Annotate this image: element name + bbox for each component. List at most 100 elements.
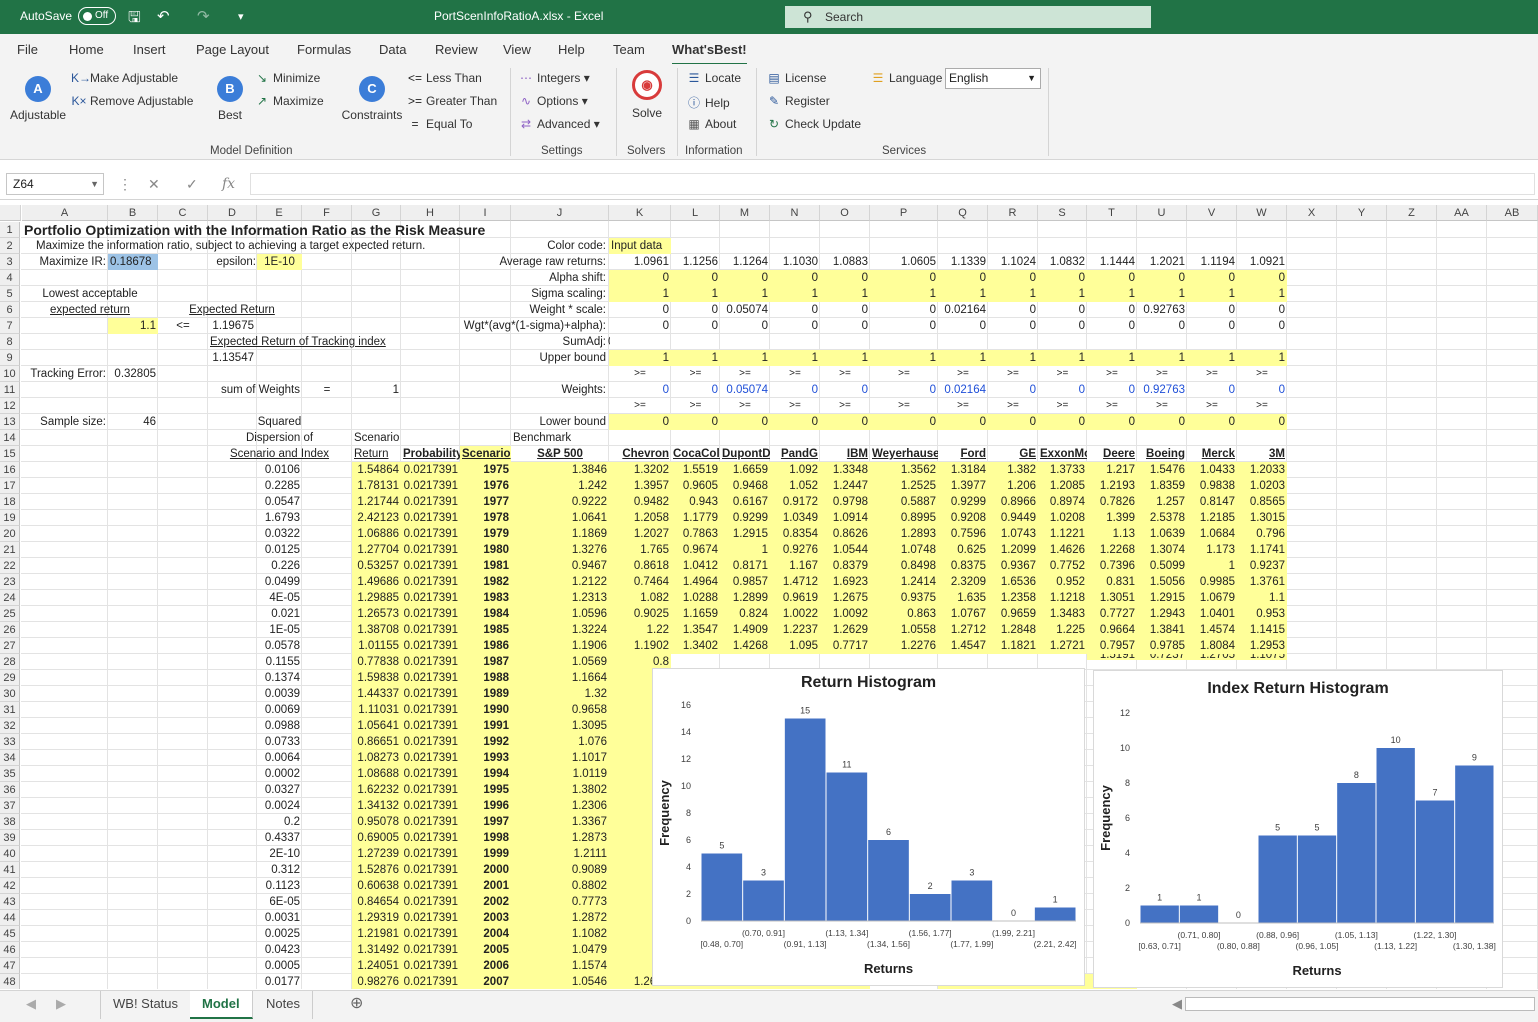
column-header-h[interactable]: H (401, 205, 460, 221)
probability-value[interactable]: 0.0217391 (401, 670, 460, 686)
ge-symbol[interactable]: >= (1038, 366, 1087, 382)
adjusted-weight[interactable]: 0 (720, 318, 770, 334)
constraints-button[interactable]: C Constraints (340, 76, 404, 122)
row-header[interactable]: 37 (0, 798, 20, 814)
stock-return[interactable]: 1.2721 (1038, 638, 1087, 654)
weight-scale[interactable]: 0.02164 (938, 302, 988, 318)
ge-symbol[interactable]: >= (820, 398, 870, 414)
scenario-year[interactable]: 2006 (460, 958, 511, 974)
scenario-year[interactable]: 1999 (460, 846, 511, 862)
adjusted-weight[interactable]: 0 (820, 318, 870, 334)
stock-return[interactable]: 0.7396 (1087, 558, 1137, 574)
scenario-year[interactable]: 1992 (460, 734, 511, 750)
alpha-shift[interactable]: 0 (938, 270, 988, 286)
probability-value[interactable]: 0.0217391 (401, 798, 460, 814)
stock-return[interactable]: 0.9664 (1087, 622, 1137, 638)
stock-return[interactable]: 0.7237 (1137, 654, 1187, 660)
stock-header[interactable]: Boeing (1137, 446, 1187, 462)
stock-return[interactable]: 1.0203 (1237, 478, 1287, 494)
histogram-bar[interactable] (1415, 800, 1455, 924)
stock-return[interactable]: 0.9857 (720, 574, 770, 590)
avg-return[interactable]: 1.0961 (609, 254, 671, 270)
sp500-value[interactable]: 1.2306 (511, 798, 609, 814)
sp500-value[interactable]: 1.0569 (511, 654, 609, 670)
dispersion-value[interactable]: 0.0499 (208, 574, 302, 590)
stock-return[interactable]: 0.9208 (938, 510, 988, 526)
stock-return[interactable]: 0.7596 (938, 526, 988, 542)
dispersion-value[interactable]: 0.0024 (208, 798, 302, 814)
row-header[interactable]: 42 (0, 878, 20, 894)
avg-return[interactable]: 1.1194 (1187, 254, 1237, 270)
sheet-tab-wb-status[interactable]: WB! Status (100, 991, 192, 1019)
sigma-scaling[interactable]: 1 (1087, 286, 1137, 302)
lower-label[interactable]: Lower bound (448, 414, 608, 430)
ge-symbol[interactable]: >= (1087, 366, 1137, 382)
scenario-year[interactable]: 1980 (460, 542, 511, 558)
name-box[interactable]: Z64 ▼ (6, 173, 104, 195)
dispersion-value[interactable]: 6E-05 (208, 894, 302, 910)
column-header-b[interactable]: B (108, 205, 158, 221)
weight-scale[interactable]: 0 (1187, 302, 1237, 318)
weight-value[interactable]: 0.92763 (1137, 382, 1187, 398)
row-header[interactable]: 30 (0, 686, 20, 702)
sp500-value[interactable]: 1.2872 (511, 910, 609, 926)
stock-return[interactable]: 0.5887 (870, 494, 938, 510)
sp500-value[interactable]: 1.2313 (511, 590, 609, 606)
scenario-year[interactable]: 1986 (460, 638, 511, 654)
horizontal-scrollbar[interactable] (1185, 997, 1535, 1011)
options-dropdown[interactable]: ∿ Options ▾ (518, 94, 588, 108)
stock-return[interactable]: 0.8974 (1038, 494, 1087, 510)
less-than-button[interactable]: <= Less Than (407, 71, 482, 85)
stock-return[interactable]: 1.095 (770, 638, 820, 654)
sp500-value[interactable]: 1.2873 (511, 830, 609, 846)
stock-return[interactable]: 1 (720, 542, 770, 558)
wgt-label[interactable]: Wgt*(avg*(1-sigma)+alpha): (448, 318, 608, 334)
upper-bound[interactable]: 1 (720, 350, 770, 366)
dispersion-value[interactable]: 0.0031 (208, 910, 302, 926)
alpha-shift[interactable]: 0 (820, 270, 870, 286)
sp500-value[interactable]: 1.3846 (511, 462, 609, 478)
stock-return[interactable]: 1.2099 (988, 542, 1038, 558)
row-header[interactable]: 31 (0, 702, 20, 718)
tab-insert[interactable]: Insert (133, 42, 166, 57)
sp500-value[interactable]: 1.3095 (511, 718, 609, 734)
scenario-year[interactable]: 1976 (460, 478, 511, 494)
autosave-toggle[interactable]: Off (78, 7, 116, 25)
probability-value[interactable]: 0.0217391 (401, 686, 460, 702)
stock-return[interactable]: 1.0349 (770, 510, 820, 526)
column-header-v[interactable]: V (1187, 205, 1237, 221)
stock-return[interactable]: 1.2237 (770, 622, 820, 638)
column-header-g[interactable]: G (352, 205, 401, 221)
scenario-year[interactable]: 1978 (460, 510, 511, 526)
scenario-return[interactable]: 1.27239 (352, 846, 401, 862)
weight-scale[interactable]: 0 (609, 302, 671, 318)
stock-return[interactable]: 1.2276 (870, 638, 938, 654)
stock-return[interactable]: 1.257 (1137, 494, 1187, 510)
alpha-shift[interactable]: 0 (988, 270, 1038, 286)
sigma-scaling[interactable]: 1 (938, 286, 988, 302)
histogram-bar[interactable] (909, 894, 951, 921)
stock-return[interactable]: 1.6659 (720, 462, 770, 478)
scenario-return[interactable]: 1.59838 (352, 670, 401, 686)
scenario-return[interactable]: 0.86651 (352, 734, 401, 750)
stock-return[interactable]: 1.5056 (1137, 574, 1187, 590)
equal-to-button[interactable]: = Equal To (407, 117, 472, 131)
maximize-button[interactable]: ↗ Maximize (254, 94, 324, 108)
row-header[interactable]: 28 (0, 654, 20, 670)
scenario-year[interactable]: 2003 (460, 910, 511, 926)
column-header-a[interactable]: A (22, 205, 108, 221)
stock-return[interactable]: 0.9838 (1187, 478, 1237, 494)
histogram-bar[interactable] (784, 718, 826, 922)
row-header[interactable]: 8 (0, 334, 20, 350)
weight-scale[interactable]: 0.92763 (1137, 302, 1187, 318)
stock-return[interactable]: 0.5099 (1137, 558, 1187, 574)
scenario-year[interactable]: 1984 (460, 606, 511, 622)
column-header-o[interactable]: O (820, 205, 870, 221)
stock-return[interactable]: 0.9674 (671, 542, 720, 558)
row-header[interactable]: 2 (0, 238, 20, 254)
stock-return[interactable]: 0.943 (671, 494, 720, 510)
upper-bound[interactable]: 1 (988, 350, 1038, 366)
tab-team[interactable]: Team (613, 42, 645, 57)
row-header[interactable]: 39 (0, 830, 20, 846)
sp500-value[interactable]: 1.0596 (511, 606, 609, 622)
